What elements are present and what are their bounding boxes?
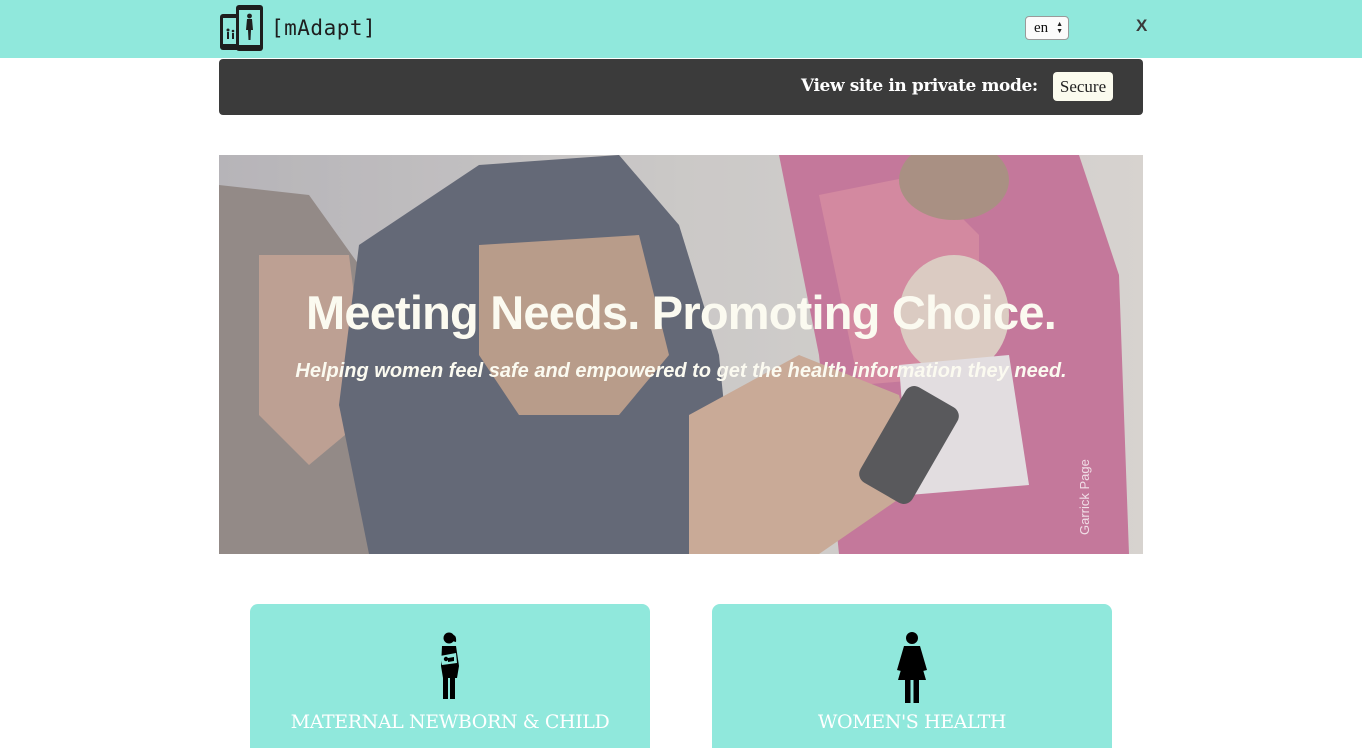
language-value: en [1034, 19, 1049, 36]
private-mode-label: View site in private mode: [801, 76, 1038, 96]
hero-overlay [219, 155, 1143, 554]
phone-family-icon [220, 5, 263, 51]
top-header: [mAdapt] en ▲ ▼ X [0, 0, 1362, 58]
category-card-womens-health[interactable]: WOMEN'S HEALTH [712, 604, 1112, 748]
close-button[interactable]: X [1136, 16, 1147, 36]
madapt-logo[interactable]: [mAdapt] [219, 4, 376, 52]
category-label: WOMEN'S HEALTH [817, 711, 1007, 733]
select-arrows-icon: ▲ ▼ [1056, 20, 1063, 35]
hero-banner: Meeting Needs. Promoting Choice. Helping… [219, 155, 1143, 554]
language-select[interactable]: en ▲ ▼ [1025, 16, 1069, 40]
category-card-maternal-newborn-child[interactable]: MATERNAL NEWBORN & CHILD [250, 604, 650, 748]
logo-text: [mAdapt] [271, 16, 377, 40]
hero-title: Meeting Needs. Promoting Choice. [306, 286, 1057, 339]
mother-with-baby-icon [440, 632, 459, 699]
private-mode-bar: View site in private mode: Secure [219, 59, 1143, 115]
photo-credit: Garrick Page [1077, 459, 1092, 535]
woman-icon [897, 632, 927, 703]
category-label: MATERNAL NEWBORN & CHILD [290, 711, 610, 733]
hero-subtitle: Helping women feel safe and empowered to… [295, 360, 1067, 382]
secure-button[interactable]: Secure [1053, 72, 1113, 101]
